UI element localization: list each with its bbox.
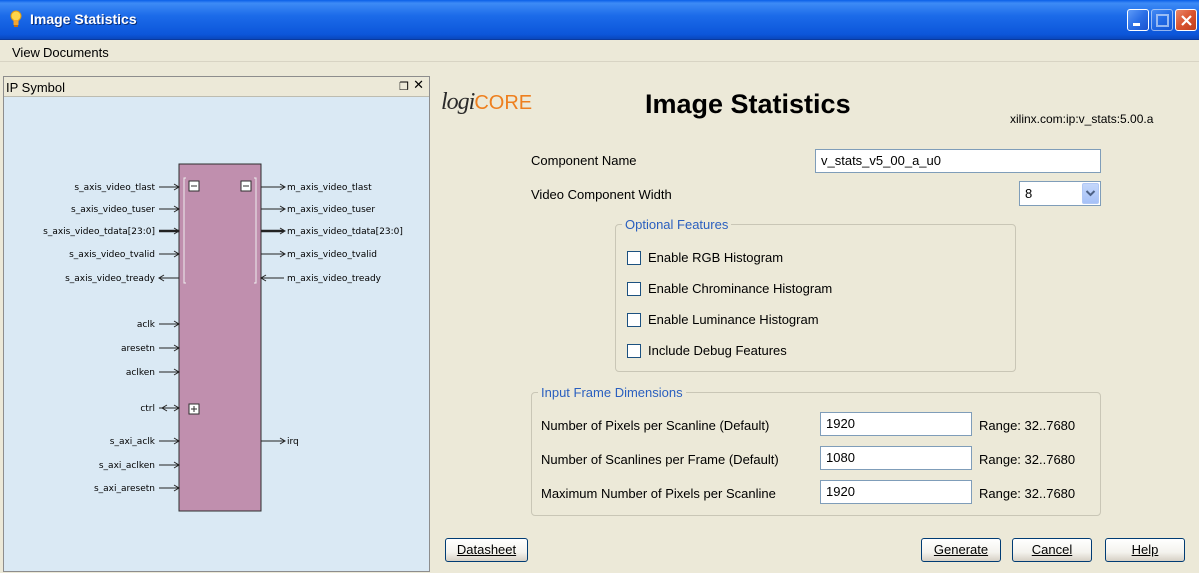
include-debug-features-label[interactable]: Include Debug Features: [648, 343, 787, 358]
port-m-axis-video-tready: m_axis_video_tready: [260, 274, 382, 284]
port-aclken: aclken: [126, 368, 180, 378]
ip-symbol-diagram: s_axis_video_tlast s_axis_video_tuser s_ax…: [43, 163, 403, 512]
page-title: Image Statistics: [645, 89, 851, 119]
svg-text:m_axis_video_tuser: m_axis_video_tuser: [287, 205, 375, 215]
ip-symbol-header: IP Symbol ❐ ✕: [4, 77, 429, 97]
lightbulb-icon: [10, 10, 22, 27]
svg-text:irq: irq: [287, 437, 299, 447]
component-name-input[interactable]: v_stats_v5_00_a_u0: [815, 149, 1101, 173]
svg-text:s_axi_aclken: s_axi_aclken: [99, 461, 155, 471]
svg-text:s_axis_video_tuser: s_axis_video_tuser: [71, 205, 155, 215]
enable-rgb-histogram-checkbox[interactable]: [627, 251, 641, 265]
ip-symbol-panel: IP Symbol ❐ ✕ s_axis_video_tlast s_axis_v…: [3, 76, 430, 572]
bus-group-right-minus: [240, 180, 252, 192]
enable-chrominance-histogram-label[interactable]: Enable Chrominance Histogram: [648, 281, 832, 296]
menu-bar: View Documents: [0, 40, 1199, 62]
svg-text:s_axis_video_tready: s_axis_video_tready: [65, 274, 156, 284]
enable-luminance-histogram-checkbox[interactable]: [627, 313, 641, 327]
bus-group-left-minus: [188, 180, 200, 192]
enable-rgb-histogram-label[interactable]: Enable RGB Histogram: [648, 250, 783, 265]
port-m-axis-video-tvalid: m_axis_video_tvalid: [261, 250, 377, 260]
close-button[interactable]: [1175, 9, 1197, 31]
port-s-axis-video-tdata230: s_axis_video_tdata[23:0]: [43, 227, 180, 237]
max-pixels-per-scanline-range: Range: 32..7680: [979, 486, 1076, 501]
svg-text:s_axis_video_tdata[23:0]: s_axis_video_tdata[23:0]: [43, 227, 155, 237]
left-ports: s_axis_video_tlast s_axis_video_tuser s_ax…: [43, 183, 180, 494]
port-aresetn: aresetn: [121, 344, 180, 354]
port-s-axis-video-tready: s_axis_video_tready: [65, 274, 179, 284]
datasheet-button[interactable]: Datasheet: [445, 538, 528, 562]
optional-features-legend: Optional Features: [622, 217, 732, 232]
svg-text:aclken: aclken: [126, 368, 155, 378]
svg-text:m_axis_video_tready: m_axis_video_tready: [287, 274, 382, 284]
menu-documents[interactable]: Documents: [43, 45, 109, 60]
include-debug-features-checkbox[interactable]: [627, 344, 641, 358]
port-s-axis-video-tuser: s_axis_video_tuser: [71, 205, 180, 215]
close-icon: [1181, 15, 1192, 26]
scanlines-per-frame-label: Number of Scanlines per Frame (Default): [541, 452, 779, 467]
video-width-value: 8: [1025, 186, 1033, 201]
help-button[interactable]: Help: [1105, 538, 1185, 562]
svg-text:ctrl: ctrl: [140, 404, 155, 414]
port-aclk: aclk: [137, 320, 180, 330]
svg-text:s_axi_aclk: s_axi_aclk: [110, 437, 156, 447]
port-m-axis-video-tlast: m_axis_video_tlast: [261, 183, 372, 193]
minimize-icon: [1133, 23, 1140, 26]
port-s-axi-aresetn: s_axi_aresetn: [94, 484, 180, 494]
menu-view[interactable]: View: [12, 45, 40, 60]
pixels-per-scanline-input[interactable]: 1920: [820, 412, 972, 436]
svg-text:s_axi_aresetn: s_axi_aresetn: [94, 484, 155, 494]
input-frame-dimensions-legend: Input Frame Dimensions: [538, 385, 686, 400]
right-ports: m_axis_video_tlast m_axis_video_tuser m_ax…: [260, 183, 403, 447]
enable-chrominance-histogram-checkbox[interactable]: [627, 282, 641, 296]
maximize-icon: [1156, 14, 1169, 27]
max-pixels-per-scanline-label: Maximum Number of Pixels per Scanline: [541, 486, 776, 501]
svg-text:m_axis_video_tlast: m_axis_video_tlast: [287, 183, 372, 193]
vlnv-label: xilinx.com:ip:v_stats:5.00.a: [1010, 112, 1154, 126]
scanlines-per-frame-range: Range: 32..7680: [979, 452, 1076, 467]
port-irq: irq: [261, 437, 299, 447]
cancel-button[interactable]: Cancel: [1012, 538, 1092, 562]
video-width-label: Video Component Width: [531, 187, 672, 202]
max-pixels-per-scanline-input[interactable]: 1920: [820, 480, 972, 504]
svg-text:aclk: aclk: [137, 320, 156, 330]
float-icon[interactable]: ❐: [399, 80, 409, 93]
title-bar[interactable]: Image Statistics: [0, 0, 1199, 40]
bus-group-ctrl-plus: [188, 403, 200, 415]
pixels-per-scanline-range: Range: 32..7680: [979, 418, 1076, 433]
port-s-axis-video-tlast: s_axis_video_tlast: [74, 183, 180, 193]
port-s-axis-video-tvalid: s_axis_video_tvalid: [69, 250, 180, 260]
svg-text:s_axis_video_tlast: s_axis_video_tlast: [74, 183, 155, 193]
window-title: Image Statistics: [30, 11, 137, 27]
port-m-axis-video-tuser: m_axis_video_tuser: [261, 205, 375, 215]
chevron-down-icon[interactable]: [1082, 183, 1099, 204]
svg-text:m_axis_video_tdata[23:0]: m_axis_video_tdata[23:0]: [287, 227, 403, 237]
svg-text:m_axis_video_tvalid: m_axis_video_tvalid: [287, 250, 377, 260]
port-s-axi-aclk: s_axi_aclk: [110, 437, 180, 447]
port-ctrl: ctrl: [140, 404, 180, 414]
generate-button[interactable]: Generate: [921, 538, 1001, 562]
component-name-label: Component Name: [531, 153, 637, 168]
maximize-button[interactable]: [1151, 9, 1173, 31]
minimize-button[interactable]: [1127, 9, 1149, 31]
close-icon[interactable]: ✕: [413, 78, 424, 93]
logicore-logo: logiCORE: [441, 89, 533, 115]
svg-text:s_axis_video_tvalid: s_axis_video_tvalid: [69, 250, 155, 260]
ip-symbol-title: IP Symbol: [6, 80, 66, 95]
scanlines-per-frame-input[interactable]: 1080: [820, 446, 972, 470]
video-width-select[interactable]: 8: [1019, 181, 1101, 206]
pixels-per-scanline-label: Number of Pixels per Scanline (Default): [541, 418, 770, 433]
enable-luminance-histogram-label[interactable]: Enable Luminance Histogram: [648, 312, 819, 327]
port-m-axis-video-tdata230: m_axis_video_tdata[23:0]: [261, 227, 403, 237]
ip-block: [178, 163, 262, 512]
port-s-axi-aclken: s_axi_aclken: [99, 461, 180, 471]
svg-text:aresetn: aresetn: [121, 344, 155, 354]
